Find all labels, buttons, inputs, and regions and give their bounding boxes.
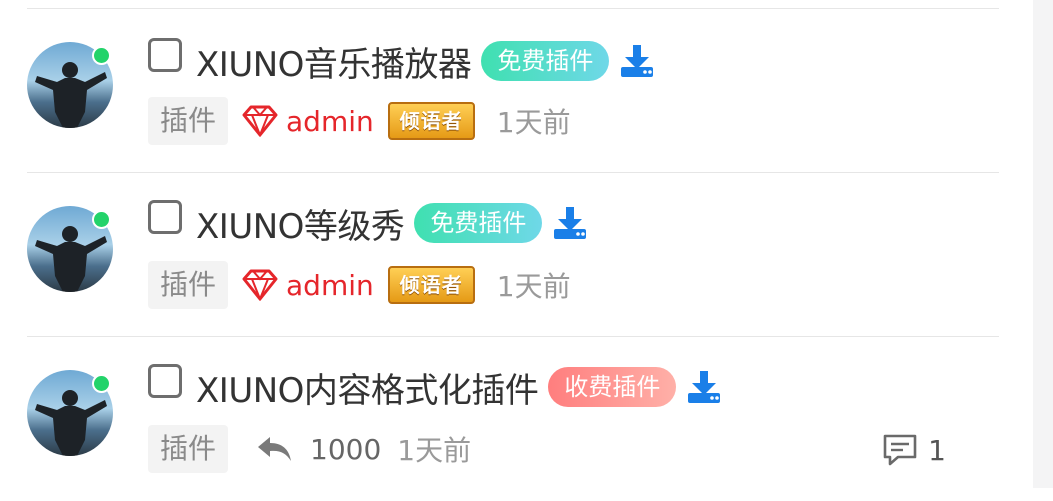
username[interactable]: admin: [286, 269, 374, 302]
thread-row[interactable]: XIUNO等级秀 免费插件 插件 admin 倾语者 1天前: [0, 173, 1000, 337]
gem-icon: [242, 269, 278, 301]
gem-icon: [242, 105, 278, 137]
online-status-dot: [92, 374, 111, 393]
post-time: 1天前: [397, 434, 472, 467]
thread-title[interactable]: XIUNO音乐播放器: [196, 37, 472, 86]
select-checkbox[interactable]: [148, 38, 182, 72]
select-checkbox[interactable]: [148, 364, 182, 398]
rank-badge: 倾语者: [387, 102, 475, 140]
comment-count-link[interactable]: 1: [882, 433, 946, 467]
post-time: 1天前: [496, 270, 571, 303]
online-status-dot: [92, 210, 111, 229]
download-icon[interactable]: [552, 205, 588, 241]
username[interactable]: admin: [286, 105, 374, 138]
thread-row[interactable]: XIUNO音乐播放器 免费插件 插件 admin 倾语者 1天前: [0, 9, 1000, 173]
thread-row[interactable]: XIUNO内容格式化插件 收费插件 插件 1000 1天前 1: [0, 337, 1000, 501]
price-badge: 免费插件: [414, 203, 543, 243]
post-time: 1天前: [496, 106, 571, 139]
thread-title[interactable]: XIUNO内容格式化插件: [196, 363, 539, 412]
forum-tag[interactable]: 插件: [148, 425, 229, 473]
select-checkbox[interactable]: [148, 200, 182, 234]
price-badge: 收费插件: [548, 367, 677, 407]
price-badge: 免费插件: [481, 41, 610, 81]
reply-icon: [258, 437, 292, 461]
avatar[interactable]: [27, 206, 113, 292]
download-icon[interactable]: [619, 43, 655, 79]
avatar[interactable]: [27, 370, 113, 456]
forum-tag[interactable]: 插件: [148, 261, 229, 309]
comment-icon: [883, 434, 917, 466]
avatar[interactable]: [27, 42, 113, 128]
thread-title[interactable]: XIUNO等级秀: [196, 199, 405, 248]
comment-count: 1: [928, 433, 946, 467]
download-icon[interactable]: [686, 369, 722, 405]
online-status-dot: [92, 46, 111, 65]
reply-count: 1000: [310, 432, 382, 466]
scrollbar-track[interactable]: [1033, 0, 1053, 488]
rank-badge: 倾语者: [387, 266, 475, 304]
forum-tag[interactable]: 插件: [148, 97, 229, 145]
